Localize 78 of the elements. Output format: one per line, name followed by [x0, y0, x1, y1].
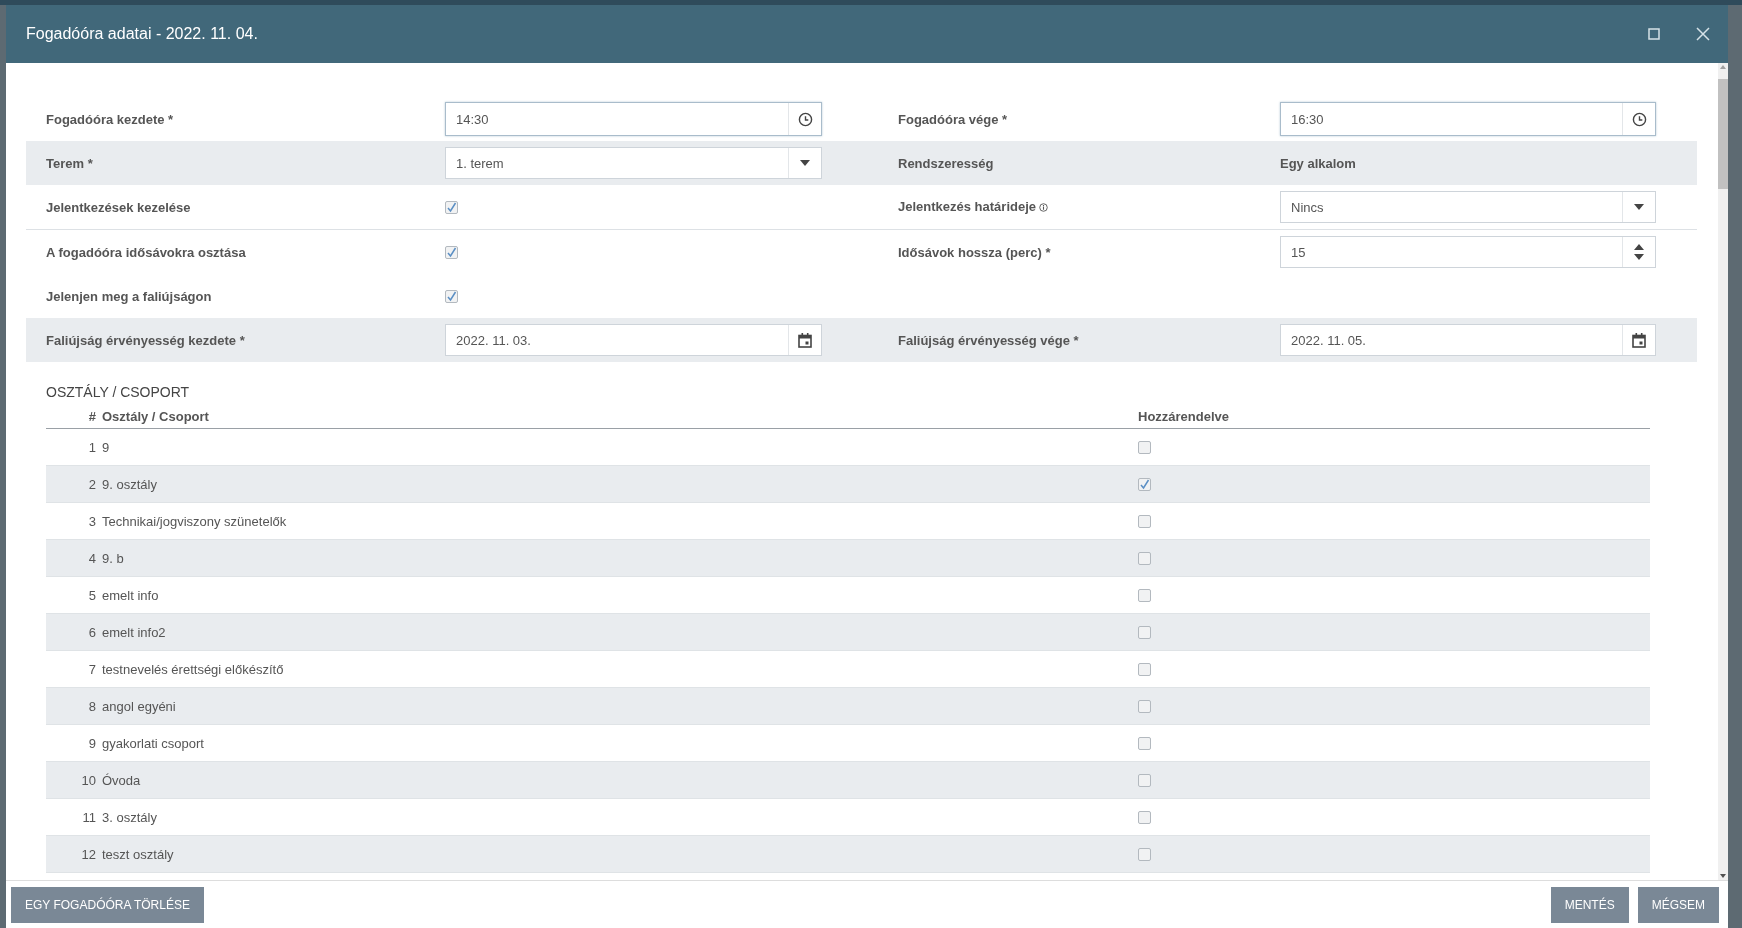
column-header: Hozzárendelve [1138, 404, 1650, 429]
field-label: Faliújság érvényesség kezdete * [45, 332, 246, 348]
spinner-arrows-icon [1634, 244, 1644, 260]
table-cell: 7 [46, 650, 102, 688]
checkbox[interactable] [445, 245, 458, 259]
table-cell: 11 [46, 798, 102, 836]
checkbox[interactable] [1138, 773, 1151, 787]
scrollbar[interactable] [1718, 63, 1728, 880]
checkbox[interactable] [1138, 514, 1151, 528]
scroll-down-icon[interactable] [1718, 872, 1728, 880]
delete-button[interactable]: EGY FOGADÓÓRA TÖRLÉSE [11, 886, 204, 923]
clock-icon [797, 111, 813, 127]
checkbox[interactable] [1138, 551, 1151, 565]
table-cell: teszt osztály [102, 835, 1138, 873]
checkbox[interactable] [1138, 662, 1151, 676]
table-cell: emelt info2 [102, 613, 1138, 651]
calendar-icon [798, 332, 812, 348]
dialog-title: Fogadóóra adatai - 2022. 11. 04. [26, 25, 259, 43]
checkbox[interactable] [1138, 477, 1151, 491]
close-icon [1696, 27, 1710, 41]
table-cell: 2 [46, 465, 102, 503]
checkbox[interactable] [1138, 847, 1151, 861]
table-cell: 9. osztály [102, 465, 1138, 503]
table-cell: Technikai/jogviszony szünetelők [102, 502, 1138, 540]
save-button[interactable]: MENTÉS [1550, 886, 1629, 923]
table-cell: 6 [46, 613, 102, 651]
scrollbar-thumb[interactable] [1718, 79, 1728, 189]
table-cell: 5 [46, 576, 102, 614]
checkbox[interactable] [1138, 810, 1151, 824]
field-label: Idősávok hossza (perc) * [897, 244, 1052, 260]
time-field[interactable]: 16:30 [1280, 102, 1656, 136]
checkbox[interactable] [1138, 699, 1151, 713]
table-cell: 12 [46, 835, 102, 873]
date-field[interactable]: 2022. 11. 05. [1280, 324, 1656, 356]
field-label: Rendszeresség [897, 155, 995, 171]
table-cell: 9. b [102, 539, 1138, 577]
section-title: OSZTÁLY / CSOPORT [46, 384, 191, 400]
table-cell: 1 [46, 428, 102, 466]
table-cell: emelt info [102, 576, 1138, 614]
caret-icon [800, 160, 810, 166]
table-cell: Óvoda [102, 761, 1138, 799]
table-cell: angol egyéni [102, 687, 1138, 725]
checkbox[interactable] [445, 200, 458, 214]
caret-icon [1634, 204, 1644, 210]
table-cell: 9 [102, 428, 1138, 466]
field-label: A fogadóóra idősávokra osztása [45, 244, 247, 260]
field-label: Fogadóóra vége * [897, 111, 1009, 127]
checkbox[interactable] [445, 289, 458, 303]
checkbox[interactable] [1138, 736, 1151, 750]
field-value: Egy alkalom [1280, 155, 1356, 171]
column-header: # [46, 404, 102, 429]
column-header: Osztály / Csoport [102, 404, 1138, 429]
dropdown-field[interactable]: Nincs [1280, 191, 1656, 223]
table-cell: gyakorlati csoport [102, 724, 1138, 762]
table-cell: 3. osztály [102, 798, 1138, 836]
table-cell: 10 [46, 761, 102, 799]
field-label: Jelenjen meg a faliújságon [45, 288, 213, 304]
number-field[interactable]: 15 [1280, 236, 1656, 268]
field-label: Faliújság érvényesség vége * [897, 332, 1080, 348]
cancel-button[interactable]: MÉGSEM [1637, 886, 1719, 923]
field-label: Terem * [45, 155, 94, 171]
field-label: Jelentkezések kezelése [45, 199, 192, 215]
checkbox[interactable] [1138, 625, 1151, 639]
table-cell: 4 [46, 539, 102, 577]
checkbox[interactable] [1138, 440, 1151, 454]
field-label: Fogadóóra kezdete * [45, 111, 175, 127]
table-cell: 3 [46, 502, 102, 540]
date-field[interactable]: 2022. 11. 03. [445, 324, 822, 356]
maximize-icon [1648, 28, 1660, 40]
clock-icon [1631, 111, 1647, 127]
table-cell: testnevelés érettségi előkészítő [102, 650, 1138, 688]
table-cell: 9 [46, 724, 102, 762]
dropdown-field[interactable]: 1. terem [445, 147, 822, 179]
checkbox[interactable] [1138, 588, 1151, 602]
time-field[interactable]: 14:30 [445, 102, 822, 136]
table-cell: 8 [46, 687, 102, 725]
calendar-icon [1632, 332, 1646, 348]
field-label: Jelentkezés határideje [862, 198, 1280, 216]
